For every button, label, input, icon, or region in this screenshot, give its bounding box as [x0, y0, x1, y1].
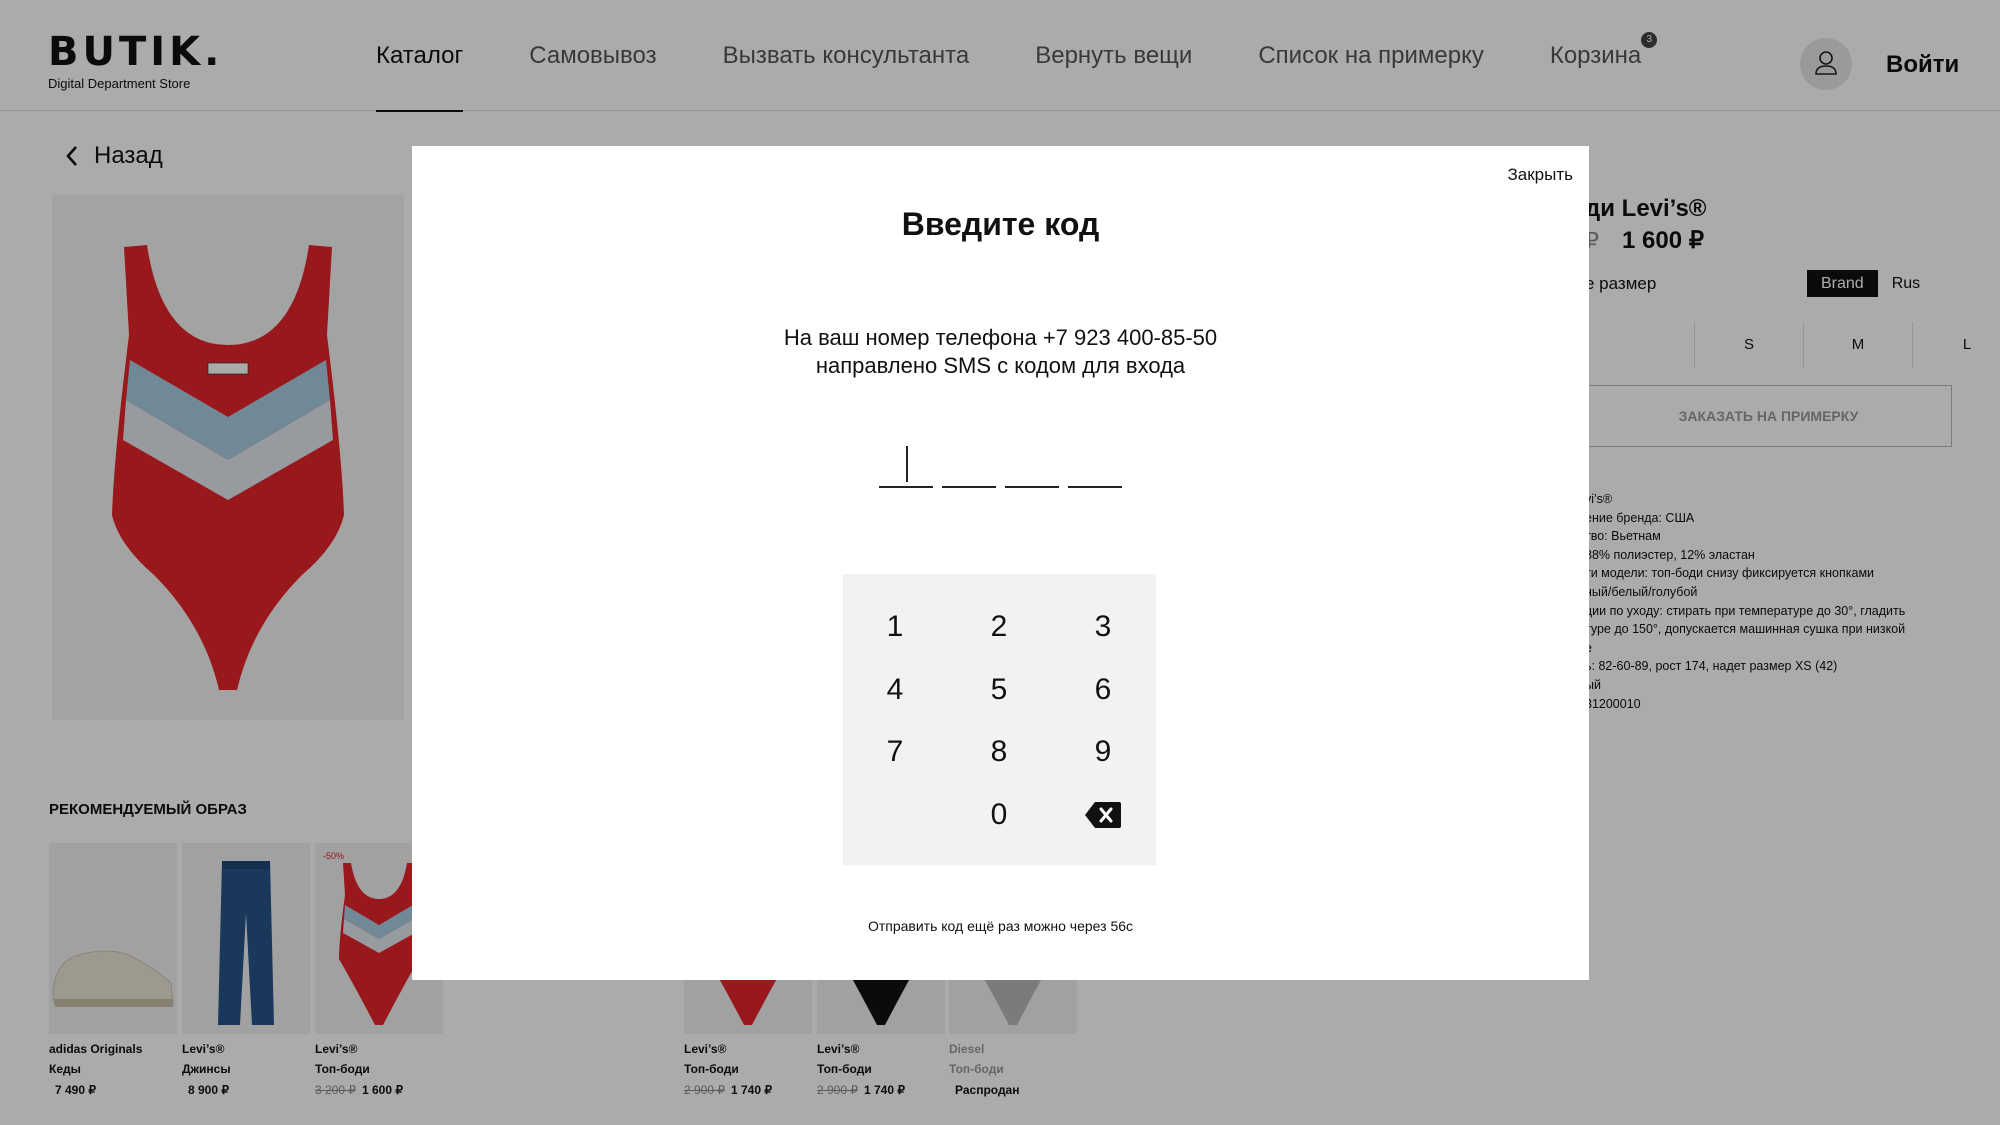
code-digit-4[interactable] — [1068, 446, 1122, 488]
key-2[interactable]: 2 — [947, 596, 1051, 658]
backspace-key[interactable] — [1051, 784, 1155, 846]
code-digit-1[interactable] — [879, 446, 933, 488]
text-cursor — [906, 446, 908, 482]
key-1[interactable]: 1 — [843, 596, 947, 658]
page: BUTIK. Digital Department Store Каталог … — [0, 0, 2000, 1125]
key-4[interactable]: 4 — [843, 659, 947, 721]
key-0[interactable]: 0 — [947, 784, 1051, 846]
modal-message-line: На ваш номер телефона +7 923 400-85-50 — [783, 325, 1218, 350]
key-9[interactable]: 9 — [1051, 721, 1155, 783]
key-8[interactable]: 8 — [947, 721, 1051, 783]
key-6[interactable]: 6 — [1051, 659, 1155, 721]
code-digit-2[interactable] — [942, 446, 996, 488]
backspace-icon — [1085, 802, 1121, 828]
sms-code-modal: Закрыть Введите код На ваш номер телефон… — [412, 146, 1589, 980]
key-7[interactable]: 7 — [843, 721, 947, 783]
modal-message: На ваш номер телефона +7 923 400-85-50 н… — [412, 324, 1589, 380]
code-input[interactable] — [879, 446, 1131, 488]
modal-title: Введите код — [901, 206, 1100, 242]
resend-timer: Отправить код ещё раз можно через 56с — [867, 918, 1134, 934]
key-3[interactable]: 3 — [1051, 596, 1155, 658]
numeric-keypad: 1 2 3 4 5 6 7 8 9 0 — [843, 574, 1156, 865]
modal-message-line: направлено SMS с кодом для входа — [815, 353, 1186, 378]
close-button[interactable]: Закрыть — [1508, 164, 1573, 186]
code-digit-3[interactable] — [1005, 446, 1059, 488]
key-5[interactable]: 5 — [947, 659, 1051, 721]
